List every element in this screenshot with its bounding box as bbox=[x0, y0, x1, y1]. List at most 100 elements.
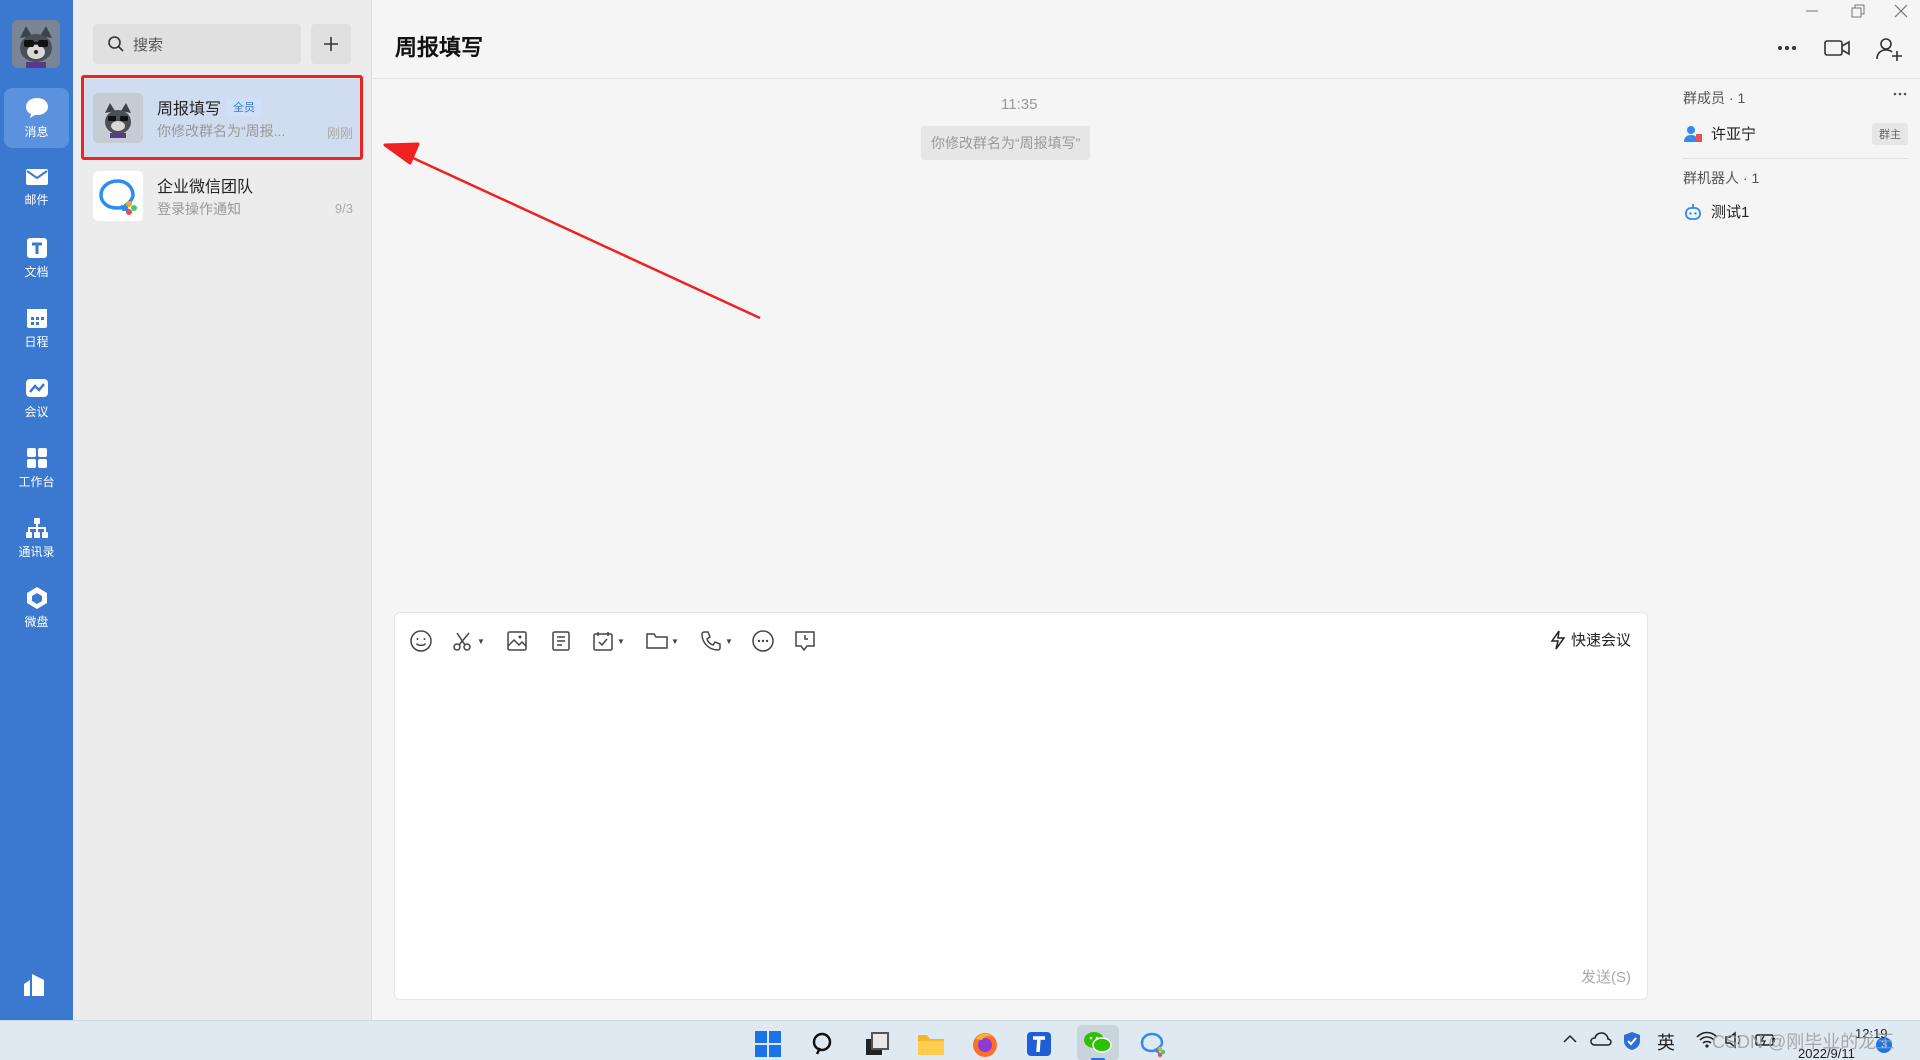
nav-contacts[interactable]: 通讯录 bbox=[4, 508, 69, 568]
mail-icon bbox=[25, 169, 48, 185]
user-avatar[interactable] bbox=[12, 20, 60, 68]
restore-icon bbox=[1851, 4, 1865, 18]
chat-bubble-icon bbox=[25, 98, 48, 118]
close-icon bbox=[1894, 4, 1908, 18]
company-icon[interactable] bbox=[20, 970, 48, 1003]
add-person-icon bbox=[1876, 38, 1902, 61]
nav-docs[interactable]: 文档 bbox=[4, 228, 69, 288]
search-icon[interactable] bbox=[808, 1029, 838, 1059]
caret-down-icon[interactable]: ▼ bbox=[725, 637, 733, 646]
caret-down-icon[interactable]: ▼ bbox=[617, 637, 625, 646]
close-button[interactable] bbox=[1894, 4, 1908, 23]
robot-icon bbox=[1685, 203, 1701, 220]
image-button[interactable] bbox=[505, 629, 529, 653]
task-view-icon[interactable] bbox=[862, 1029, 892, 1059]
video-call-icon bbox=[1824, 40, 1850, 56]
plus-icon bbox=[324, 37, 338, 51]
member-row[interactable]: 许亚宁 群主 bbox=[1683, 122, 1908, 145]
phone-icon bbox=[701, 631, 721, 651]
wechat-icon[interactable] bbox=[1077, 1025, 1119, 1060]
add-button[interactable] bbox=[311, 24, 351, 64]
nav-contacts-label: 通讯录 bbox=[18, 545, 55, 559]
chat-item-wecom-team[interactable]: 企业微信团队 登录操作通知 9/3 bbox=[83, 157, 363, 235]
all-members-badge: 全员 bbox=[227, 98, 262, 116]
wecom-icon[interactable] bbox=[1138, 1029, 1168, 1059]
member-more-button[interactable] bbox=[1893, 84, 1907, 100]
document-button[interactable] bbox=[549, 629, 573, 653]
owner-tag: 群主 bbox=[1872, 122, 1908, 145]
document-icon bbox=[26, 238, 47, 258]
minimize-icon bbox=[1806, 10, 1818, 12]
scissors-icon bbox=[453, 632, 471, 651]
member-panel: 群成员 · 1 许亚宁 群主 群机器人 · 1 测试1 bbox=[1673, 80, 1920, 1020]
nav-workbench[interactable]: 工作台 bbox=[4, 438, 69, 498]
nav-mail[interactable]: 邮件 bbox=[4, 158, 69, 218]
nav-drive-label: 微盘 bbox=[24, 615, 49, 629]
nav-calendar[interactable]: 日程 bbox=[4, 298, 69, 358]
nav-drive[interactable]: 微盘 bbox=[4, 578, 69, 638]
grid-icon bbox=[26, 448, 47, 468]
quick-meeting-button[interactable]: 快速会议 bbox=[1549, 629, 1631, 650]
add-member-button[interactable] bbox=[1875, 36, 1903, 67]
onedrive-cloud-icon[interactable] bbox=[1590, 1031, 1612, 1052]
caret-down-icon[interactable]: ▼ bbox=[477, 637, 485, 646]
defender-shield-icon[interactable] bbox=[1622, 1031, 1642, 1056]
bot-row[interactable]: 测试1 bbox=[1683, 201, 1908, 222]
nav-calendar-label: 日程 bbox=[24, 335, 49, 349]
file-explorer-icon[interactable] bbox=[916, 1029, 946, 1059]
more-tools-button[interactable] bbox=[751, 629, 775, 653]
chat-header: 周报填写 bbox=[373, 0, 1920, 79]
typora-icon[interactable] bbox=[1024, 1029, 1054, 1059]
chat-name: 周报填写 bbox=[157, 101, 222, 118]
emoji-icon bbox=[410, 630, 432, 652]
search-placeholder: 搜索 bbox=[133, 36, 164, 54]
voice-call-button[interactable]: ▼ bbox=[699, 629, 733, 653]
meeting-icon bbox=[25, 379, 48, 397]
chat-clock-icon bbox=[795, 631, 815, 652]
bots-count-label: 群机器人 · 1 bbox=[1683, 170, 1760, 186]
video-call-button[interactable] bbox=[1823, 36, 1851, 65]
nav-meeting[interactable]: 会议 bbox=[4, 368, 69, 428]
nav-messages-label: 消息 bbox=[24, 125, 49, 139]
system-message: 你修改群名为“周报填写” bbox=[921, 126, 1091, 160]
calendar-check-icon bbox=[593, 632, 613, 651]
nav-mail-label: 邮件 bbox=[24, 193, 49, 207]
restore-button[interactable] bbox=[1851, 4, 1865, 23]
more-button[interactable] bbox=[1775, 36, 1799, 65]
document-icon bbox=[552, 631, 570, 651]
calendar-icon bbox=[26, 309, 47, 328]
ime-indicator[interactable]: 英 bbox=[1657, 1029, 1675, 1055]
divider bbox=[1683, 158, 1908, 159]
member-name: 许亚宁 bbox=[1711, 126, 1757, 143]
nav-rail: 消息 邮件 文档 日程 会议 工作台 通讯录 微盘 bbox=[0, 0, 73, 1020]
start-icon[interactable] bbox=[753, 1029, 783, 1059]
nav-messages[interactable]: 消息 bbox=[4, 88, 69, 148]
group-avatar bbox=[93, 93, 143, 143]
chat-item-weekly-report[interactable]: 周报填写 全员 你修改群名为“周报... 刚刚 bbox=[83, 79, 363, 157]
message-composer[interactable]: ▼ ▼ ▼ ▼ 快速会议 发送(S) bbox=[394, 612, 1648, 1000]
send-button[interactable]: 发送(S) bbox=[1581, 966, 1631, 987]
minimize-button[interactable] bbox=[1805, 4, 1819, 23]
wecom-logo-avatar bbox=[93, 171, 143, 221]
more-dots-icon bbox=[1778, 46, 1796, 50]
lightning-icon bbox=[1550, 630, 1566, 649]
file-button[interactable]: ▼ bbox=[645, 629, 679, 653]
firefox-icon[interactable] bbox=[970, 1029, 1000, 1059]
schedule-button[interactable]: ▼ bbox=[591, 629, 625, 653]
screenshot-button[interactable]: ▼ bbox=[451, 629, 485, 653]
org-chart-icon bbox=[25, 518, 48, 538]
message-timestamp: 11:35 bbox=[1001, 96, 1038, 113]
emoji-button[interactable] bbox=[409, 629, 433, 653]
image-icon bbox=[507, 631, 527, 651]
chat-name: 企业微信团队 bbox=[157, 179, 254, 196]
tray-chevron-up-icon[interactable] bbox=[1562, 1031, 1578, 1052]
chat-history-button[interactable] bbox=[793, 629, 817, 653]
nav-docs-label: 文档 bbox=[24, 265, 49, 279]
nav-workbench-label: 工作台 bbox=[18, 475, 55, 489]
taskbar: 英 3 bbox=[0, 1020, 1920, 1060]
chat-time: 9/3 bbox=[334, 201, 353, 216]
chat-list-panel: 搜索 周报填写 全员 你修改群名为“周报... 刚刚 企业微信团队 登录操作通知… bbox=[73, 0, 372, 1020]
caret-down-icon[interactable]: ▼ bbox=[671, 637, 679, 646]
search-input[interactable]: 搜索 bbox=[93, 24, 301, 64]
nav-meeting-label: 会议 bbox=[24, 405, 49, 419]
